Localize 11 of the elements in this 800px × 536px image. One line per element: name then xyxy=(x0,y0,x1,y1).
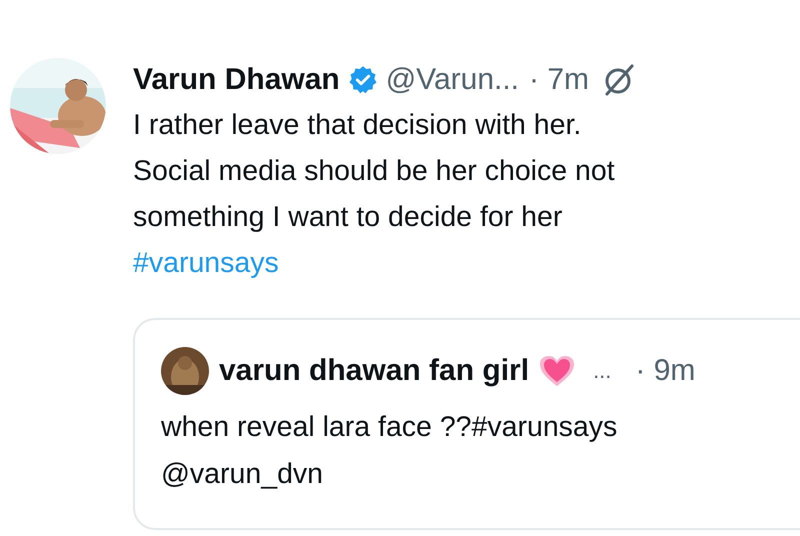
slashed-circle-icon[interactable] xyxy=(603,63,636,97)
author-name[interactable]: varun dhawan fan girl xyxy=(219,356,530,386)
more-indicator: ... xyxy=(593,360,612,382)
author-handle[interactable]: @Varun... xyxy=(386,65,520,95)
quoted-tweet-text: when reveal lara face ??#varunsays @varun_dvn xyxy=(161,410,618,492)
tweet-text: I rather leave that decision with her. Social media should be her choice not something I want to decide for her xyxy=(133,108,616,235)
timestamp[interactable]: · 7m xyxy=(529,65,590,95)
quoted-tweet-card[interactable]: varun dhawan fan girl ... · 9m when reveal lara face ??#varunsays @varun_dvn xyxy=(133,318,800,530)
author-name[interactable]: Varun Dhawan xyxy=(133,65,340,95)
timestamp[interactable]: · 9m xyxy=(635,356,696,386)
heart-icon xyxy=(539,355,576,387)
